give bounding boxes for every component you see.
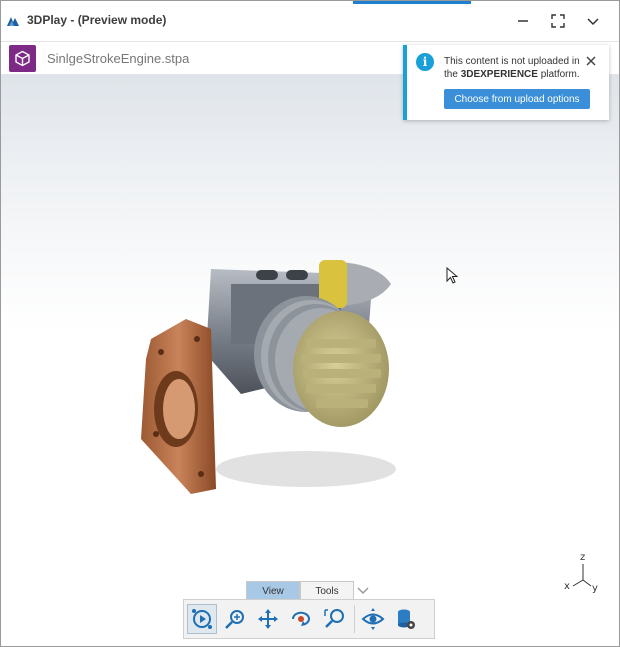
- 3d-viewport[interactable]: z x y: [1, 74, 619, 646]
- file-name: SinlgeStrokeEngine.stpa: [47, 51, 190, 66]
- chevron-down-icon: [357, 587, 369, 595]
- close-notification-button[interactable]: [584, 54, 598, 68]
- collapse-toolbar-button[interactable]: [354, 582, 372, 600]
- pan-icon: [258, 609, 278, 629]
- toolbar-separator: [354, 605, 355, 633]
- tab-view[interactable]: View: [246, 581, 300, 600]
- notification-message-suffix: platform.: [537, 69, 580, 80]
- 3ds-logo-icon: [7, 17, 19, 26]
- rotate-icon: [291, 611, 310, 626]
- play-animation-button[interactable]: [187, 604, 217, 634]
- maximize-button[interactable]: [548, 11, 568, 31]
- zoom-icon: [225, 610, 244, 629]
- data-settings-button[interactable]: [391, 604, 421, 634]
- chevron-down-icon: [587, 18, 599, 26]
- axis-triad: z x y: [561, 552, 609, 598]
- zoom-fit-icon: [324, 609, 344, 628]
- zoom-button[interactable]: [220, 604, 250, 634]
- maximize-icon: [551, 14, 565, 28]
- app-window: 3DPlay - (Preview mode) SinlgeStrokeEngi…: [0, 0, 620, 647]
- notification-message-brand: 3DEXPERIENCE: [460, 69, 538, 80]
- minimize-button[interactable]: [513, 11, 533, 31]
- pan-button[interactable]: [253, 604, 283, 634]
- window-title: 3DPlay - (Preview mode): [27, 13, 167, 27]
- close-icon: [586, 56, 596, 66]
- title-accent-bar: [353, 1, 471, 4]
- rotate-button[interactable]: [286, 604, 316, 634]
- axis-y-label: y: [592, 583, 598, 594]
- choose-upload-options-button[interactable]: Choose from upload options: [444, 89, 590, 109]
- minimize-icon: [518, 20, 528, 22]
- play-animation-icon: [192, 609, 212, 629]
- toolbar-tabs: View Tools: [246, 581, 372, 600]
- axis-x-label: x: [564, 581, 570, 592]
- data-settings-icon: [398, 609, 415, 629]
- view-eye-icon: [361, 608, 385, 630]
- window-menu-button[interactable]: [583, 11, 603, 31]
- engine-3d-model[interactable]: [121, 244, 411, 494]
- view-toolbar: [183, 599, 435, 639]
- upload-notification: i This content is not uploaded in the 3D…: [403, 45, 609, 120]
- notification-message: This content is not uploaded in the 3DEX…: [444, 55, 584, 81]
- info-icon: i: [416, 53, 434, 71]
- view-eye-button[interactable]: [358, 604, 388, 634]
- tab-tools[interactable]: Tools: [300, 581, 354, 600]
- title-bar: 3DPlay - (Preview mode): [1, 1, 619, 42]
- mouse-cursor-icon: [446, 267, 458, 284]
- axis-z-label: z: [580, 552, 586, 563]
- zoom-fit-button[interactable]: [319, 604, 349, 634]
- 3d-part-icon: [9, 45, 36, 72]
